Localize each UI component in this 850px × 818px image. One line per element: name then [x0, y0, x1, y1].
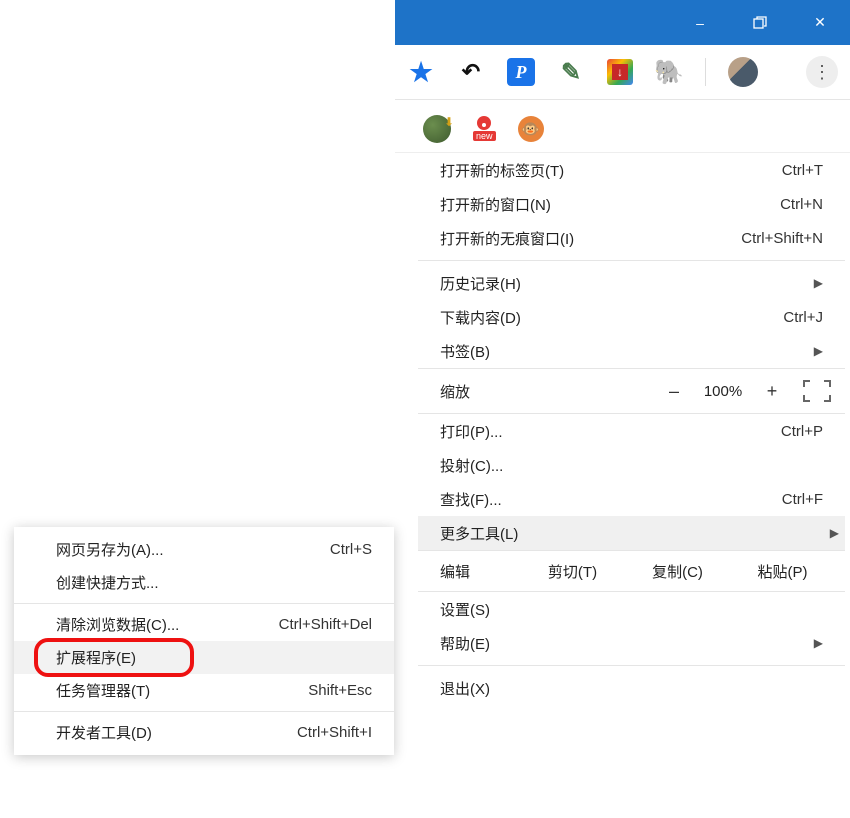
submenu-separator	[14, 603, 394, 604]
chevron-right-icon: ▶	[830, 526, 839, 540]
submenu-task-manager[interactable]: 任务管理器(T)Shift+Esc	[14, 674, 394, 707]
more-tools-submenu: 网页另存为(A)...Ctrl+S 创建快捷方式... 清除浏览数据(C)...…	[14, 527, 394, 755]
edit-cut[interactable]: 剪切(T)	[520, 561, 625, 582]
evernote-extension-icon[interactable]: 🐘	[655, 58, 683, 86]
menu-bookmarks[interactable]: 书签(B)▶	[418, 334, 845, 368]
menu-more-tools[interactable]: 更多工具(L)▶	[418, 516, 845, 550]
menu-find[interactable]: 查找(F)...Ctrl+F	[418, 482, 845, 516]
leaf-extension-icon[interactable]: ✎	[557, 58, 585, 86]
bookmark-star-icon[interactable]: ★	[407, 58, 435, 86]
submenu-dev-tools[interactable]: 开发者工具(D)Ctrl+Shift+I	[14, 716, 394, 749]
new-extension-icon[interactable]: new	[473, 116, 496, 141]
edit-label: 编辑	[440, 561, 520, 582]
menu-history[interactable]: 历史记录(H)▶	[418, 266, 845, 300]
zoom-in-button[interactable]: +	[753, 381, 791, 402]
menu-print[interactable]: 打印(P)...Ctrl+P	[418, 414, 845, 448]
menu-help[interactable]: 帮助(E)▶	[418, 626, 845, 660]
submenu-extensions[interactable]: 扩展程序(E)	[14, 641, 394, 674]
submenu-create-shortcut[interactable]: 创建快捷方式...	[14, 566, 394, 599]
tampermonkey-extension-icon[interactable]	[518, 116, 544, 142]
zoom-out-button[interactable]: –	[655, 381, 693, 402]
menu-edit: 编辑 剪切(T) 复制(C) 粘贴(P)	[418, 550, 845, 592]
submenu-clear-data[interactable]: 清除浏览数据(C)...Ctrl+Shift+Del	[14, 608, 394, 641]
zoom-value: 100%	[693, 383, 753, 400]
window-maximize-button[interactable]	[730, 0, 790, 45]
p-extension-icon[interactable]: P	[507, 58, 535, 86]
profile-avatar[interactable]	[728, 57, 758, 87]
menu-exit[interactable]: 退出(X)	[418, 671, 845, 705]
download-extension-icon[interactable]: ↓	[607, 59, 633, 85]
menu-separator	[418, 665, 845, 666]
menu-downloads[interactable]: 下载内容(D)Ctrl+J	[418, 300, 845, 334]
edit-paste[interactable]: 粘贴(P)	[730, 561, 835, 582]
zoom-label: 缩放	[440, 381, 470, 402]
fullscreen-button[interactable]	[803, 380, 831, 402]
chrome-main-menu: 打开新的标签页(T)Ctrl+T 打开新的窗口(N)Ctrl+N 打开新的无痕窗…	[418, 153, 845, 705]
edit-copy[interactable]: 复制(C)	[625, 561, 730, 582]
toolbar-separator	[705, 58, 706, 86]
chevron-right-icon: ▶	[814, 636, 823, 650]
menu-cast[interactable]: 投射(C)...	[418, 448, 845, 482]
chevron-right-icon: ▶	[814, 344, 823, 358]
browser-toolbar: ★ ↶ P ✎ ↓ 🐘 ⋮	[395, 45, 850, 100]
window-close-button[interactable]: ✕	[790, 0, 850, 45]
menu-settings[interactable]: 设置(S)	[418, 592, 845, 626]
undo-icon[interactable]: ↶	[457, 58, 485, 86]
window-titlebar: – ✕	[395, 0, 850, 45]
menu-new-tab[interactable]: 打开新的标签页(T)Ctrl+T	[418, 153, 845, 187]
more-menu-button[interactable]: ⋮	[806, 56, 838, 88]
menu-incognito[interactable]: 打开新的无痕窗口(I)Ctrl+Shift+N	[418, 221, 845, 255]
menu-new-window[interactable]: 打开新的窗口(N)Ctrl+N	[418, 187, 845, 221]
extensions-row: new	[395, 105, 850, 153]
submenu-save-as[interactable]: 网页另存为(A)...Ctrl+S	[14, 533, 394, 566]
menu-zoom: 缩放 – 100% +	[418, 368, 845, 414]
window-minimize-button[interactable]: –	[670, 0, 730, 45]
idm-extension-icon[interactable]	[423, 115, 451, 143]
submenu-separator	[14, 711, 394, 712]
chevron-right-icon: ▶	[814, 276, 823, 290]
menu-separator	[418, 260, 845, 261]
